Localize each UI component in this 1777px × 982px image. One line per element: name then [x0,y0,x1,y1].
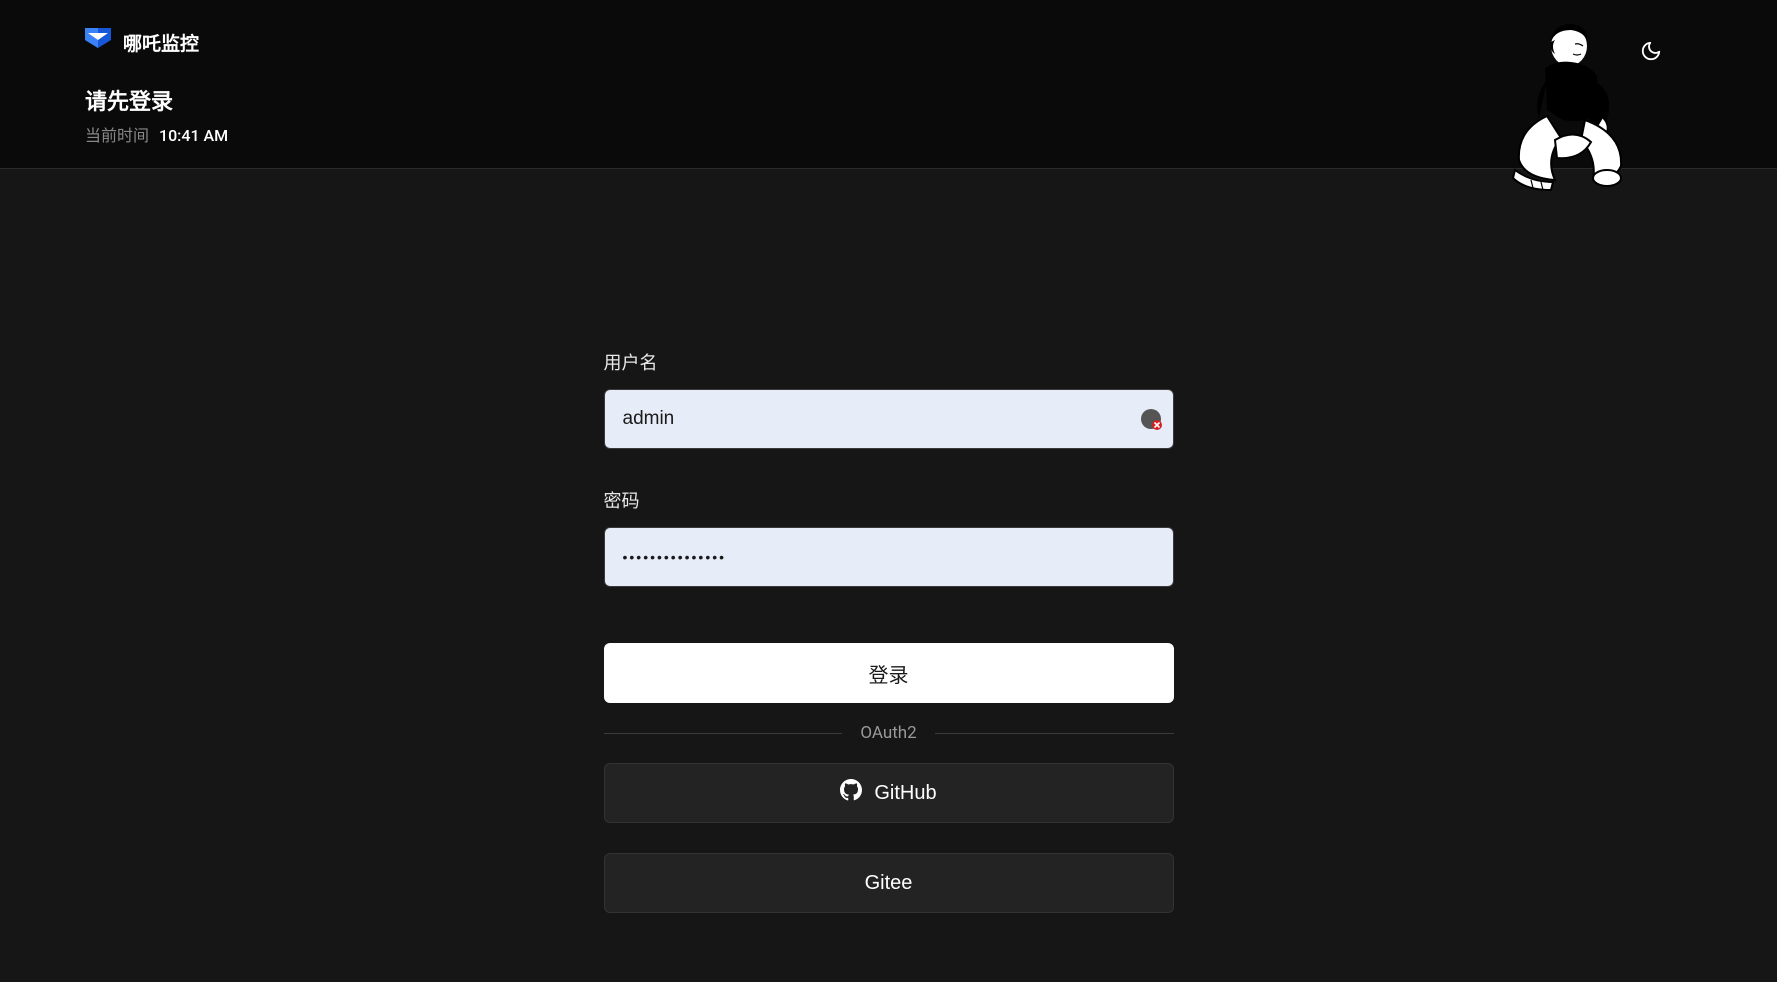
username-field-group: 用户名 [604,349,1174,449]
github-oauth-button[interactable]: GitHub [604,763,1174,823]
gitee-oauth-button[interactable]: Gitee [604,853,1174,913]
github-icon [840,779,862,807]
password-field-group: 密码 [604,487,1174,587]
current-time-row: 当前时间 10:41 AM [85,122,1692,146]
login-button[interactable]: 登录 [604,643,1174,703]
username-input-wrapper [604,389,1174,449]
theme-toggle-button[interactable] [1640,40,1662,66]
github-button-label: GitHub [874,782,936,805]
nezha-logo-icon [85,28,111,56]
password-input[interactable] [604,527,1174,587]
oauth-divider: OAuth2 [604,723,1174,743]
password-label: 密码 [604,487,1174,513]
login-heading: 请先登录 [85,84,1692,116]
time-value: 10:41 AM [159,126,228,145]
gitee-button-label: Gitee [865,872,913,895]
sitting-person-illustration [1497,20,1637,195]
username-label: 用户名 [604,349,1174,375]
time-label: 当前时间 [85,126,149,145]
login-form: 用户名 密码 登录 OAuth2 [604,349,1174,943]
moon-icon [1640,40,1662,62]
password-manager-icon[interactable] [1140,408,1162,430]
brand: 哪吒监控 [85,28,1692,56]
oauth-divider-label: OAuth2 [860,723,916,743]
login-main: 用户名 密码 登录 OAuth2 [0,169,1777,943]
username-input[interactable] [604,389,1174,449]
brand-name: 哪吒监控 [123,29,199,56]
